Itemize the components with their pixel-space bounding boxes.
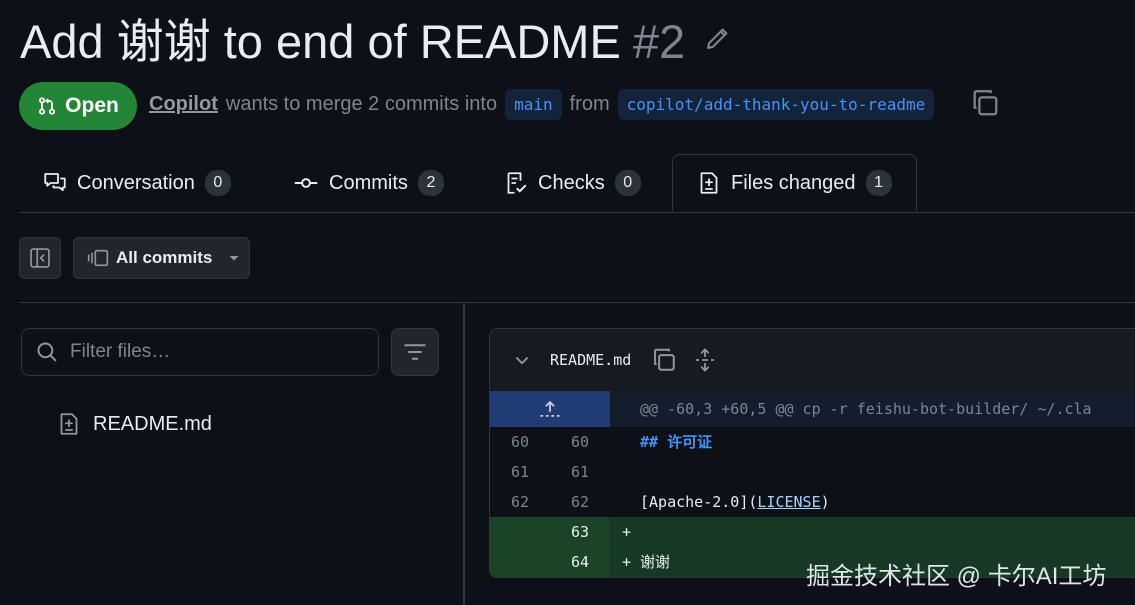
file-diff-icon: [700, 172, 718, 194]
tab-counter: 2: [417, 170, 444, 196]
line-code: 谢谢: [640, 553, 671, 571]
new-line-number[interactable]: 60: [550, 427, 610, 457]
diff-file-name[interactable]: README.md: [550, 351, 631, 369]
new-line-number[interactable]: 62: [550, 487, 610, 517]
checklist-icon: [507, 172, 527, 194]
git-commit-icon: [294, 178, 318, 188]
diff-file: README.md @@ -60,3 +60,5 @@ cp -r feishu…: [489, 328, 1135, 578]
line-prefix: +: [622, 553, 632, 571]
tab-counter: 1: [865, 170, 892, 196]
copy-icon[interactable]: [651, 347, 677, 373]
tab-counter: 0: [204, 170, 231, 196]
diff-line-added: 63 +: [490, 517, 1135, 547]
author-link[interactable]: Copilot: [149, 93, 218, 116]
old-line-number[interactable]: 60: [490, 427, 550, 457]
head-branch[interactable]: copilot/add-thank-you-to-readme: [617, 88, 935, 120]
new-line-number[interactable]: 61: [550, 457, 610, 487]
from-text: from: [569, 92, 610, 115]
filter-files-field[interactable]: [21, 328, 379, 376]
commits-filter-label: All commits: [116, 248, 213, 267]
divider: [19, 302, 1135, 303]
code-text: [Apache-2.0](: [640, 493, 758, 511]
new-line-number[interactable]: 64: [550, 547, 610, 577]
hunk-header-row: @@ -60,3 +60,5 @@ cp -r feishu-bot-build…: [490, 391, 1135, 427]
triangle-down-icon: [229, 256, 239, 261]
file-tree-item-label: README.md: [93, 412, 212, 435]
versions-icon: [87, 249, 109, 267]
copy-icon[interactable]: [970, 88, 1000, 118]
toggle-file-tree-button[interactable]: [19, 237, 61, 279]
git-pull-request-icon: [39, 97, 56, 115]
code-text: ): [820, 493, 830, 511]
old-line-number[interactable]: 62: [490, 487, 550, 517]
tab-label: Files changed: [731, 171, 856, 194]
pencil-icon[interactable]: [704, 26, 730, 52]
new-line-number[interactable]: 63: [550, 517, 610, 547]
old-line-number[interactable]: 61: [490, 457, 550, 487]
tab-commits[interactable]: Commits 2: [293, 154, 444, 212]
hunk-header-text: @@ -60,3 +60,5 @@ cp -r feishu-bot-build…: [640, 400, 1092, 418]
watermark: 掘金技术社区 @ 卡尔AI工坊: [806, 563, 1107, 590]
sidebar-collapse-icon: [30, 248, 50, 268]
status-badge: Open: [19, 82, 137, 130]
diff-line: 62 62 [Apache-2.0](LICENSE): [490, 487, 1135, 517]
file-diff-icon: [60, 413, 78, 435]
filter-options-button[interactable]: [391, 328, 439, 376]
commits-filter-button[interactable]: All commits: [73, 237, 250, 279]
unfold-icon[interactable]: [693, 347, 717, 373]
comment-discussion-icon: [44, 173, 66, 192]
pr-number: #2: [632, 15, 686, 68]
line-code: ## 许可证: [640, 433, 713, 451]
filter-files-input[interactable]: [68, 340, 362, 364]
base-branch[interactable]: main: [505, 88, 562, 120]
file-tree-item[interactable]: README.md: [57, 408, 212, 440]
merge-text: wants to merge 2 commits into: [225, 92, 498, 115]
chevron-down-icon[interactable]: [512, 350, 532, 370]
tab-label: Checks: [538, 171, 605, 194]
old-line-number: [490, 547, 550, 577]
line-code: [Apache-2.0](LICENSE): [640, 487, 830, 517]
tab-counter: 0: [614, 170, 641, 196]
tab-files-changed[interactable]: Files changed 1: [672, 154, 917, 212]
line-prefix: +: [622, 523, 632, 541]
old-line-number: [490, 517, 550, 547]
tab-label: Commits: [329, 171, 408, 194]
status-label: Open: [65, 94, 119, 117]
pr-meta: Copilot wants to merge 2 commits into ma…: [149, 86, 935, 122]
tab-checks[interactable]: Checks 0: [504, 154, 641, 212]
diff-file-header: README.md: [490, 329, 1135, 392]
diff-line: 60 60 ## 许可证: [490, 427, 1135, 457]
pane-divider[interactable]: [463, 303, 465, 605]
fold-up-icon: [540, 400, 560, 417]
page-title: Add 谢谢 to end of README #2: [20, 12, 685, 72]
filter-icon: [404, 344, 426, 360]
diff-line: 61 61: [490, 457, 1135, 487]
tab-label: Conversation: [77, 171, 195, 194]
search-icon: [37, 342, 57, 362]
expand-up-button[interactable]: [490, 391, 610, 427]
tab-conversation[interactable]: Conversation 0: [43, 154, 231, 212]
pr-tabs: Conversation 0 Commits 2 Checks 0 Files …: [19, 154, 1135, 213]
pr-title: Add 谢谢 to end of README: [20, 15, 621, 68]
license-link[interactable]: LICENSE: [757, 493, 820, 511]
